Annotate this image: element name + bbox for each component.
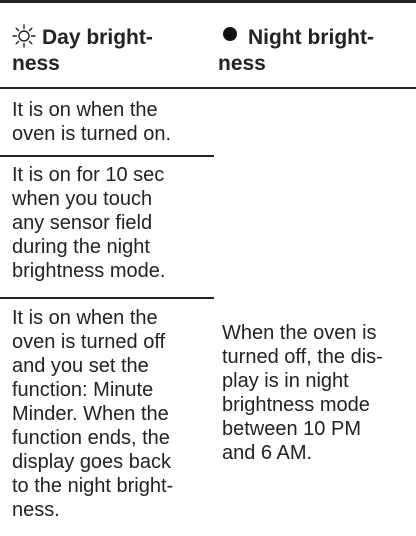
text-line: to the night bright- (12, 475, 174, 497)
text-line: function: Minute (12, 379, 154, 401)
text-line: It is on for 10 sec (12, 164, 165, 186)
text-line: It is on when the (12, 307, 158, 329)
day-row-minute-minder: It is on when the oven is turned off and… (12, 306, 212, 522)
brightness-table: Day bright- ness Night bright- ness It i… (0, 0, 416, 536)
text-line: play is in night (222, 370, 349, 392)
text-line: and 6 AM. (222, 442, 313, 464)
text-line: between 10 PM (222, 418, 361, 440)
sun-icon (12, 24, 38, 48)
text-line: function ends, the (12, 427, 170, 449)
night-header-line2: ness (218, 52, 266, 75)
text-line: When the oven is (222, 322, 377, 344)
day-header-line2: ness (12, 52, 60, 75)
night-header-line1: Night bright- (248, 26, 374, 49)
text-line: display goes back (12, 451, 171, 473)
day-brightness-header: Day bright- ness (12, 24, 207, 77)
text-line: Minder. When the (12, 403, 169, 425)
night-cell: When the oven is turned off, the dis- pl… (222, 321, 412, 465)
filled-dot-icon (218, 24, 244, 48)
day-row-turned-on: It is on when the oven is turned on. (12, 98, 212, 146)
text-line: any sensor field (12, 212, 153, 234)
text-line: brightness mode. (12, 260, 166, 282)
table-top-rule (0, 0, 416, 3)
text-line: It is on when the (12, 99, 158, 121)
text-line: turned off, the dis- (222, 346, 383, 368)
row-divider (0, 297, 214, 299)
row-divider (0, 155, 214, 157)
text-line: oven is turned on. (12, 123, 171, 145)
text-line: oven is turned off (12, 331, 166, 353)
text-line: brightness mode (222, 394, 370, 416)
text-line: ness. (12, 499, 60, 521)
text-line: during the night (12, 236, 150, 258)
header-rule (0, 87, 416, 89)
text-line: and you set the (12, 355, 149, 377)
day-row-sensor-touch: It is on for 10 sec when you touch any s… (12, 163, 212, 283)
night-brightness-header: Night bright- ness (218, 24, 408, 77)
day-header-line1: Day bright- (42, 26, 153, 49)
text-line: when you touch (12, 188, 153, 210)
